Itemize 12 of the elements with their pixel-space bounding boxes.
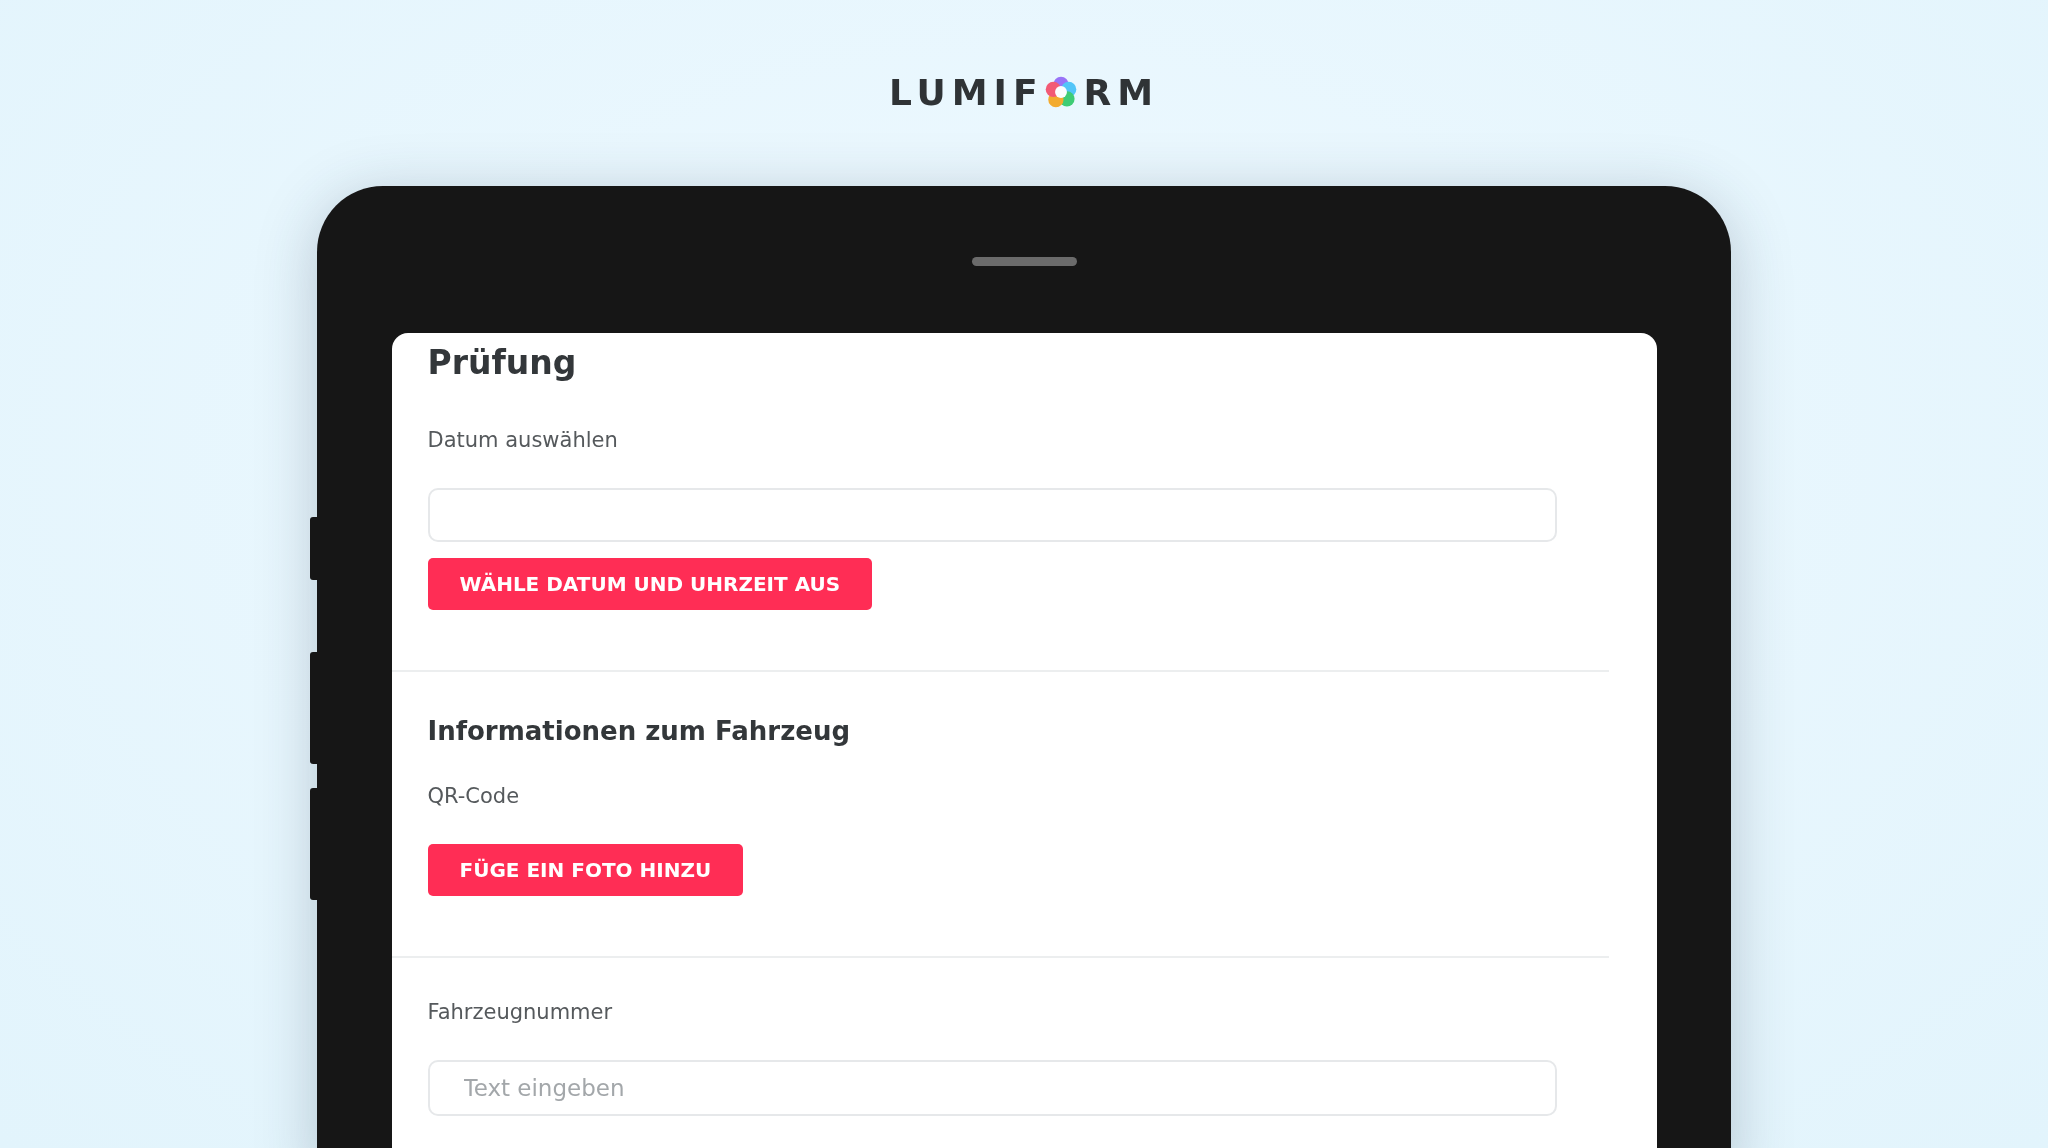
- section-heading: Informationen zum Fahrzeug: [427, 716, 850, 746]
- logo-text: RM: [1083, 71, 1160, 113]
- logo-text: LUMIF: [888, 71, 1044, 113]
- text-input-field[interactable]: Text eingeben: [427, 1060, 1557, 1116]
- flower-logo-icon: [1043, 75, 1078, 109]
- date-field[interactable]: [427, 488, 1557, 542]
- field-label: Datum auswählen: [427, 428, 618, 452]
- add-photo-button[interactable]: FÜGE EIN FOTO HINZU: [427, 844, 744, 896]
- date-time-button[interactable]: WÄHLE DATUM UND UHRZEIT AUS: [427, 558, 873, 610]
- field-label: Fahrzeugnummer: [427, 1000, 613, 1024]
- field-label: QR-Code: [427, 784, 520, 808]
- form-title: Prüfung: [427, 343, 578, 382]
